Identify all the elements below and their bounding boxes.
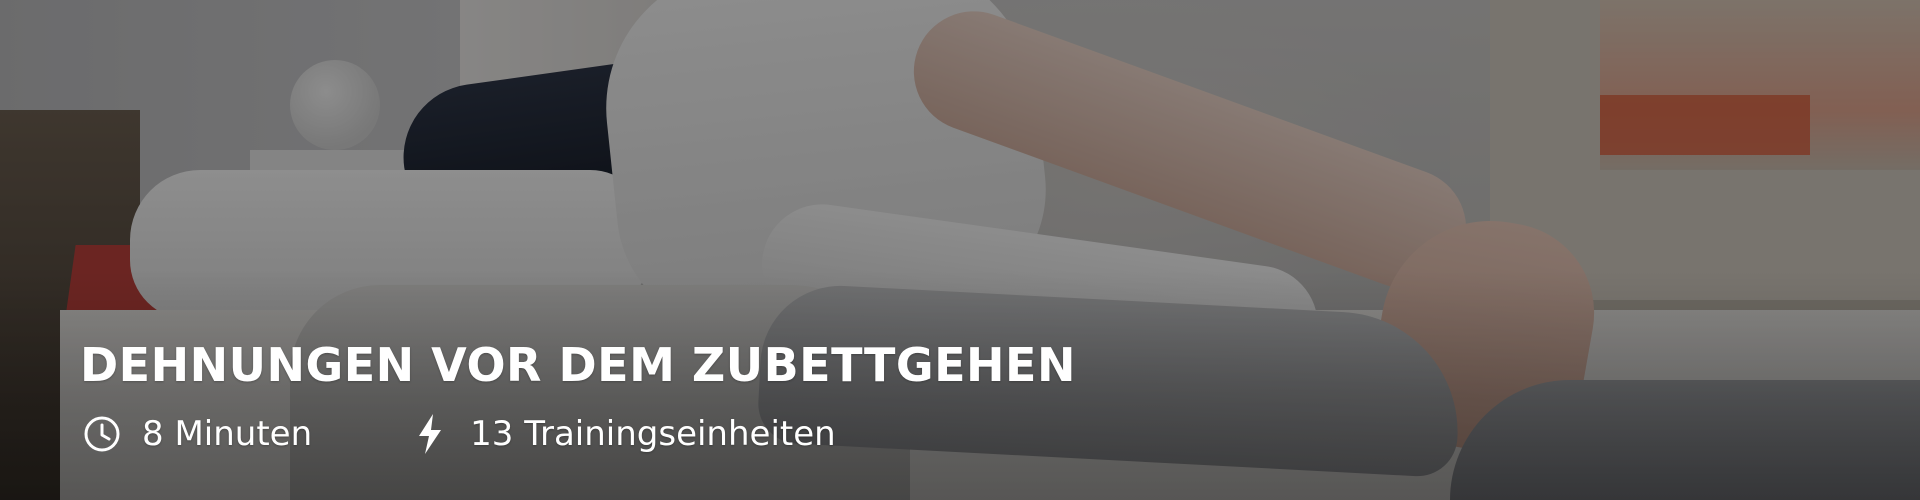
duration-text: 8 Minuten: [142, 414, 313, 454]
hero-text-content: DEHNUNGEN VOR DEM ZUBETTGEHEN 8 Minuten: [80, 338, 1076, 456]
clock-icon: [80, 412, 124, 456]
workout-title: DEHNUNGEN VOR DEM ZUBETTGEHEN: [80, 338, 1076, 392]
workout-meta: 8 Minuten 13 Trainingseinheiten: [80, 412, 1076, 456]
hero-banner: DEHNUNGEN VOR DEM ZUBETTGEHEN 8 Minuten: [0, 0, 1920, 500]
sessions-info: 13 Trainingseinheiten: [408, 412, 836, 456]
sessions-text: 13 Trainingseinheiten: [470, 414, 836, 454]
lightning-icon: [408, 412, 452, 456]
duration-info: 8 Minuten: [80, 412, 312, 456]
